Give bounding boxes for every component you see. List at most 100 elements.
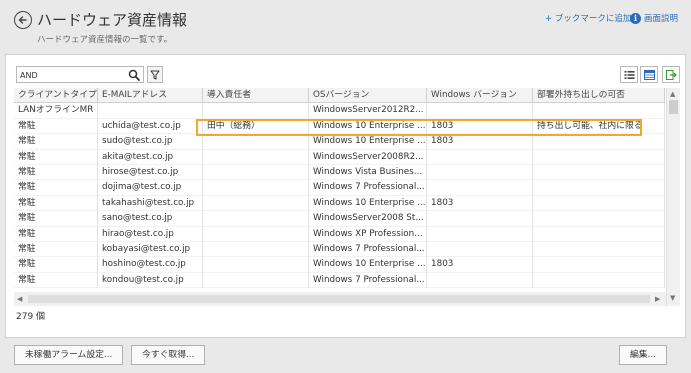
table-cell: hirao@test.co.jp (98, 226, 203, 242)
export-button[interactable] (662, 66, 680, 83)
page-subtitle: ハードウェア資産情報の一覧です。 (37, 35, 173, 45)
table-cell (427, 149, 533, 165)
export-icon (665, 69, 677, 80)
table-row[interactable]: 常駐 uchida@test.co.jp 田中（総務） Windows 10 Ente… (14, 118, 665, 135)
table-row[interactable]: 常駐 sudo@test.co.jp Windows 10 Enterprise .… (14, 134, 665, 150)
table-cell: akita@test.co.jp (98, 149, 203, 165)
alarm-settings-button[interactable]: 未稼働アラーム設定... (14, 345, 124, 365)
table-cell: 常駐 (14, 118, 98, 135)
horizontal-scroll-thumb[interactable] (28, 295, 650, 303)
edit-button[interactable]: 編集... (619, 345, 667, 365)
table-cell: 常駐 (14, 149, 98, 165)
table-cell (533, 211, 665, 227)
table-cell (203, 242, 309, 258)
table-row[interactable]: 常駐 kobayasi@test.co.jp Windows 7 Professio… (14, 242, 665, 258)
table-row[interactable]: LANオフラインMR WindowsServer2012R2... (14, 103, 665, 119)
column-header[interactable]: 導入責任者 (203, 88, 309, 104)
column-header[interactable]: 部署外持ち出しの可否 (533, 88, 665, 104)
table-cell: 常駐 (14, 180, 98, 196)
table-cell (533, 165, 665, 181)
filter-button[interactable] (147, 66, 163, 83)
horizontal-scrollbar[interactable]: ◀ ▶ (14, 292, 666, 306)
column-header[interactable]: Windows バージョン (427, 88, 533, 104)
arrow-left-icon (18, 16, 27, 24)
table-view-button[interactable] (640, 66, 658, 83)
table-row[interactable]: 常駐 takahashi@test.co.jp Windows 10 Enterpr… (14, 195, 665, 212)
table-row[interactable]: 常駐 kondou@test.co.jp Windows 7 Professiona… (14, 272, 665, 289)
table-cell: sano@test.co.jp (98, 211, 203, 227)
table-cell: 田中（総務） (203, 118, 309, 135)
table-row[interactable]: 常駐 akita@test.co.jp WindowsServer2008R2... (14, 149, 665, 165)
vertical-scrollbar[interactable]: ▲ ▼ (666, 88, 680, 306)
table-cell (533, 226, 665, 242)
search-box (16, 66, 144, 83)
main-panel: クライアントタイプE-MAILアドレス導入責任者OSバージョンWindows バ… (5, 54, 686, 338)
table-cell: WindowsServer2008 St... (309, 211, 427, 227)
list-icon (624, 70, 634, 79)
table-cell: 持ち出し可能、社内に限る (533, 118, 665, 135)
table-row[interactable]: 常駐 hirao@test.co.jp Windows XP Profession.… (14, 226, 665, 242)
table-cell (533, 272, 665, 289)
table-cell: Windows 7 Professional... (309, 180, 427, 196)
table-cell: hoshino@test.co.jp (98, 257, 203, 273)
vertical-scroll-thumb[interactable] (669, 100, 678, 114)
table-cell: 常駐 (14, 257, 98, 273)
table-cell: 常駐 (14, 134, 98, 150)
column-header[interactable]: E-MAILアドレス (98, 88, 203, 104)
search-input[interactable] (20, 68, 124, 82)
table-cell (203, 195, 309, 212)
fetch-now-button[interactable]: 今すぐ取得... (131, 345, 206, 365)
table-row[interactable]: 常駐 dojima@test.co.jp Windows 7 Professiona… (14, 180, 665, 196)
table-cell: uchida@test.co.jp (98, 118, 203, 135)
table-row[interactable]: 常駐 hoshino@test.co.jp Windows 10 Enterpris… (14, 257, 665, 273)
table-cell: Windows 10 Enterprise ... (309, 257, 427, 273)
table-cell: WindowsServer2008R2... (309, 149, 427, 165)
table-cell (533, 103, 665, 119)
bookmark-link[interactable]: + ブックマークに追加 (545, 12, 631, 24)
table-cell (203, 180, 309, 196)
asset-table: クライアントタイプ E-MAILアドレス 導入責任者 OSバージョン Windows バ… (14, 88, 688, 306)
table-cell (98, 103, 203, 119)
table-cell (427, 211, 533, 227)
table-cell (427, 180, 533, 196)
table-cell: Windows 10 Enterprise ... (309, 134, 427, 150)
table-cell (203, 257, 309, 273)
table-cell (533, 149, 665, 165)
table-cell (427, 242, 533, 258)
table-cell: 1803 (427, 195, 533, 212)
item-count: 279 個 (16, 312, 46, 322)
list-view-button[interactable] (620, 66, 638, 83)
scroll-down-icon[interactable]: ▼ (670, 294, 675, 302)
table-header-row: クライアントタイプ E-MAILアドレス 導入責任者 OSバージョン Windows バ… (14, 88, 665, 104)
info-icon: i (630, 12, 641, 24)
table-icon (643, 69, 655, 80)
table-cell (427, 165, 533, 181)
table-cell (203, 134, 309, 150)
scroll-up-icon[interactable]: ▲ (670, 90, 675, 98)
table-cell (533, 257, 665, 273)
help-label: 画面説明 (644, 14, 679, 24)
table-cell: Windows 10 Enterprise ... (309, 195, 427, 212)
table-cell: 常駐 (14, 165, 98, 181)
page-title: ハードウェア資産情報 (37, 11, 188, 29)
table-cell: sudo@test.co.jp (98, 134, 203, 150)
table-cell: 常駐 (14, 195, 98, 212)
table-cell: 1803 (427, 134, 533, 150)
bookmark-label: + ブックマークに追加 (545, 14, 632, 24)
table-cell: 常駐 (14, 272, 98, 289)
table-cell: hirose@test.co.jp (98, 165, 203, 181)
table-row[interactable]: 常駐 sano@test.co.jp WindowsServer2008 St... (14, 211, 665, 227)
help-link[interactable]: i 画面説明 (630, 12, 678, 24)
search-icon[interactable] (128, 69, 140, 81)
table-cell (533, 242, 665, 258)
column-header[interactable]: クライアントタイプ (14, 88, 98, 104)
table-row[interactable]: 常駐 hirose@test.co.jp Windows Vista Busines… (14, 165, 665, 181)
filter-icon (150, 70, 160, 79)
scroll-left-icon[interactable]: ◀ (17, 295, 22, 303)
table-cell: Windows 7 Professional... (309, 272, 427, 289)
back-button[interactable] (14, 11, 32, 29)
scroll-right-icon[interactable]: ▶ (655, 295, 660, 303)
table-cell (427, 103, 533, 119)
table-cell (427, 226, 533, 242)
column-header[interactable]: OSバージョン (309, 88, 427, 104)
